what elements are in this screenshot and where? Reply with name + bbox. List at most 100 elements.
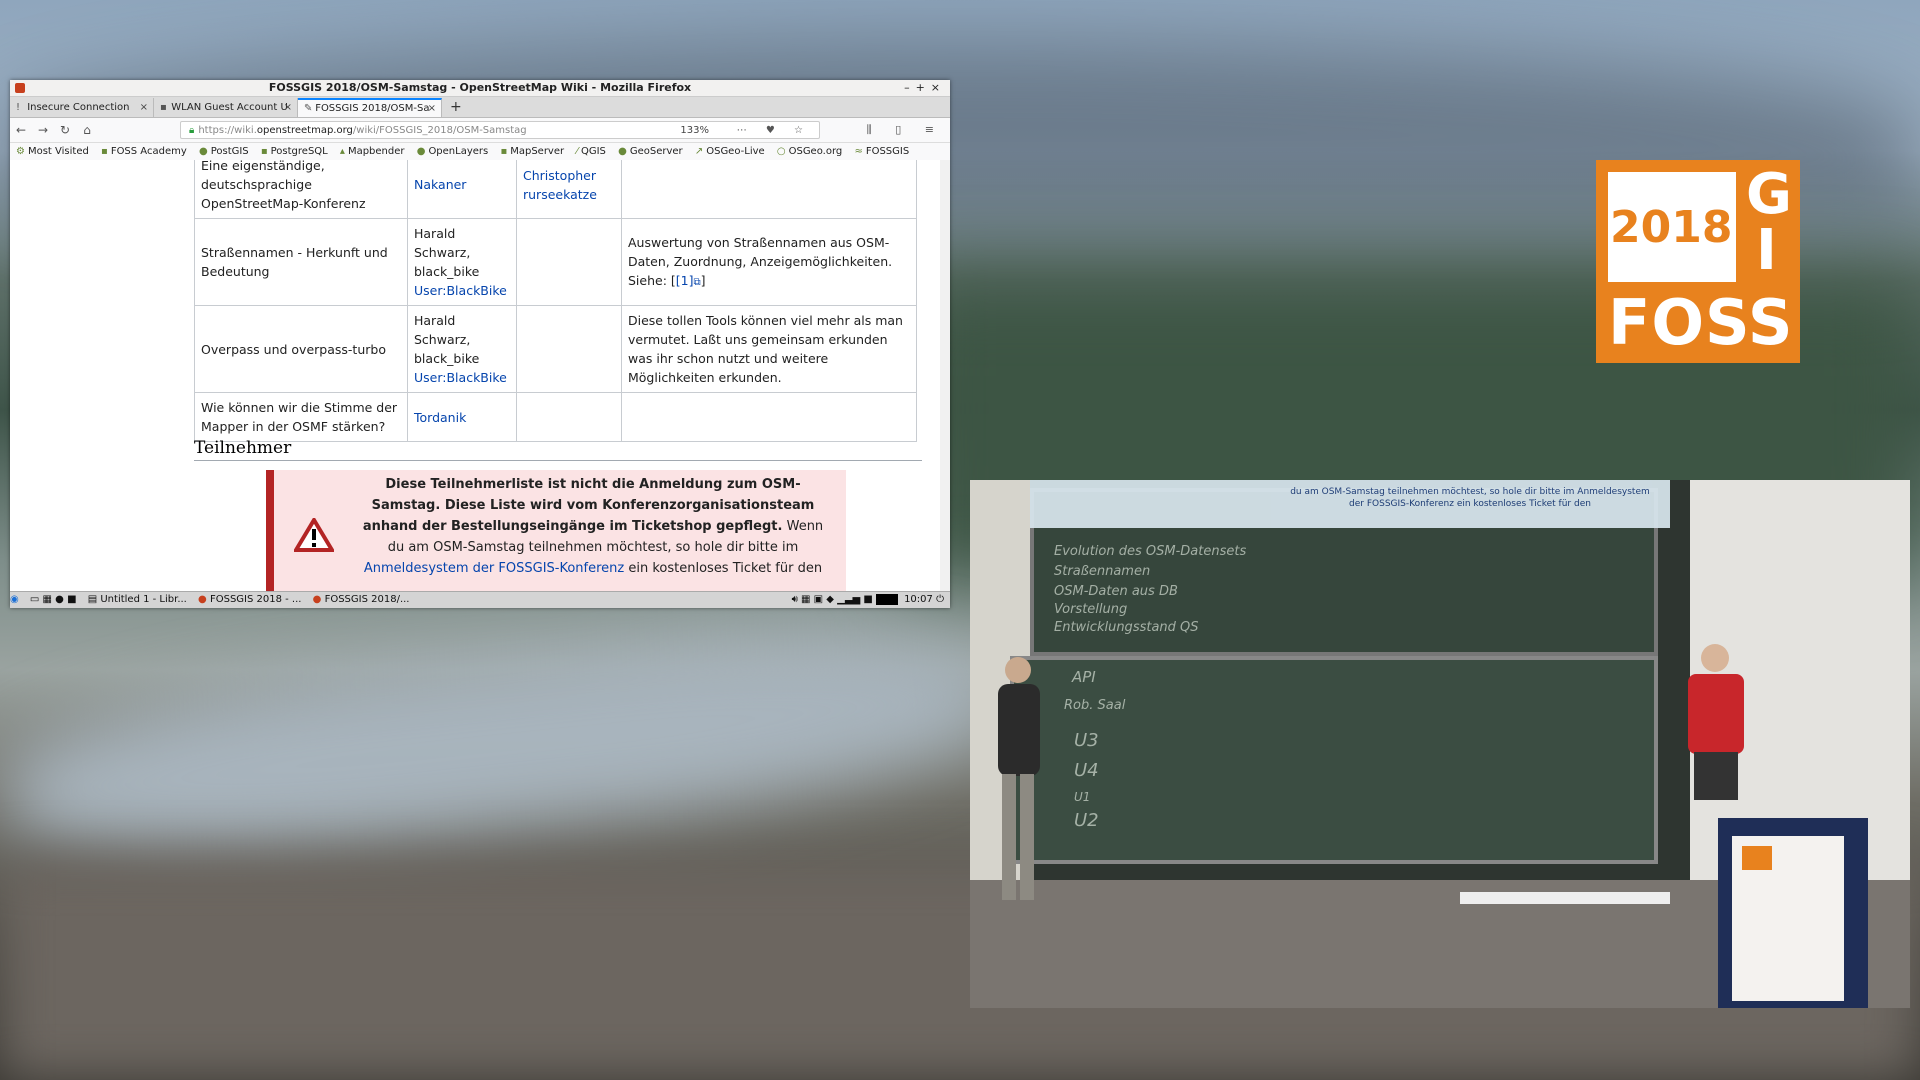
osm-wiki-icon: ✎ xyxy=(304,103,313,114)
speaker-cell: Nakaner xyxy=(407,160,517,219)
tray-icons[interactable]: 🔊︎ ▦ ▣ ◆ ▁▃▅ ■ xyxy=(792,594,876,605)
sessions-table: Eine eigenständige, deutschsprachige Ope… xyxy=(194,160,917,442)
bookmark-icon: ○ xyxy=(776,146,786,157)
bookmark-openlayers[interactable]: ● OpenLayers xyxy=(417,146,489,157)
taskbar-item-fossgis-1[interactable]: ● FOSSGIS 2018 - ... xyxy=(198,592,301,608)
navigation-bar: ← → ↻ ⌂ 🔒︎ https://wiki.openstreetmap.org… xyxy=(10,118,950,143)
user-link[interactable]: Nakaner xyxy=(414,177,466,192)
taskbar-item-fossgis-2[interactable]: ● FOSSGIS 2018/... xyxy=(313,592,410,608)
bookmark-osgeo-org[interactable]: ○ OSGeo.org xyxy=(777,146,842,157)
background-river xyxy=(0,608,1007,882)
page-icon: ▪ xyxy=(160,102,167,113)
home-icon[interactable]: ⌂ xyxy=(76,123,98,137)
power-icon[interactable]: ⏻ xyxy=(936,594,944,605)
lectern xyxy=(1718,818,1868,1008)
bookmark-postgresql[interactable]: ▪ PostgreSQL xyxy=(261,146,328,157)
video-feed: Evolution des OSM-Datensets Straßennamen… xyxy=(970,480,1910,1008)
url-host: openstreetmap.org xyxy=(256,125,353,136)
bookmark-icon: ▴ xyxy=(339,146,345,157)
user-link[interactable]: Tordanik xyxy=(414,410,466,425)
topic-cell: Overpass und overpass-turbo xyxy=(194,305,408,393)
chalk-line: U4 xyxy=(1074,760,1099,781)
bookmark-qgis[interactable]: ⁄ QGIS xyxy=(576,146,606,157)
gear-icon: ⚙ xyxy=(16,146,25,157)
reload-icon[interactable]: ↻ xyxy=(54,123,76,137)
description-cell: Diese tollen Tools können viel mehr als … xyxy=(621,305,917,393)
contact-cell xyxy=(516,392,622,442)
bookmark-icon: ⁄ xyxy=(576,146,578,157)
bookmark-foss-academy[interactable]: ▪ FOSS Academy xyxy=(101,146,187,157)
lectern-poster xyxy=(1732,836,1844,1001)
table-row: Wie können wir die Stimme der Mapper in … xyxy=(194,392,917,442)
user-link[interactable]: User:BlackBike xyxy=(414,370,507,385)
system-tray: 🔊︎ ▦ ▣ ◆ ▁▃▅ ■ 10:07 ⏻ xyxy=(792,592,944,608)
speaker-cell: Tordanik xyxy=(407,392,517,442)
speaker-cell: Harald Schwarz, black_bike User:BlackBike xyxy=(407,305,517,393)
tab-wlan-guest[interactable]: ▪ WLAN Guest Account U × xyxy=(154,98,298,117)
contact-cell: Christopher rurseekatze xyxy=(516,160,622,219)
back-icon[interactable]: ← xyxy=(10,123,32,137)
table-row: Overpass und overpass-turbo Harald Schwa… xyxy=(194,305,917,393)
bookmark-geoserver[interactable]: ● GeoServer xyxy=(618,146,683,157)
zoom-level[interactable]: 133% xyxy=(680,122,709,140)
description-cell xyxy=(621,160,917,219)
taskbar: ◉ ▭ ▦ ● ■ ▤ Untitled 1 - Libr... ● FOSSG… xyxy=(10,591,950,608)
chalkboard-lower: API Rob. Saal U3 U4 U1 U2 xyxy=(1010,656,1658,864)
notice-tail: ein kostenloses Ticket für den xyxy=(624,561,823,576)
user-link[interactable]: User:BlackBike xyxy=(414,283,507,298)
bookmark-icon: ↗ xyxy=(694,146,704,157)
notice-bold-text: Diese Teilnehmerliste ist nicht die Anme… xyxy=(362,477,815,534)
bookmark-most-visited[interactable]: ⚙ Most Visited xyxy=(16,146,89,157)
bookmark-icon: ● xyxy=(416,146,426,157)
window-controls[interactable]: –+× xyxy=(904,80,946,96)
close-tab-icon[interactable]: × xyxy=(140,98,148,117)
firefox-window: FOSSGIS 2018/OSM-Samstag - OpenStreetMap… xyxy=(10,80,950,608)
tab-insecure-connection[interactable]: ! Insecure Connection × xyxy=(10,98,154,117)
table-row: Straßennamen - Herkunft und Bedeutung Ha… xyxy=(194,218,917,306)
warning-triangle-icon xyxy=(294,518,334,552)
bookmark-icon: ● xyxy=(198,146,208,157)
library-sidebar-menu-icons[interactable]: ⫼ ▯ ≡ xyxy=(867,123,944,137)
firefox-icon xyxy=(15,83,25,93)
chalk-line: Evolution des OSM-Datensets xyxy=(1054,544,1247,559)
bookmark-postgis[interactable]: ● PostGIS xyxy=(199,146,249,157)
scrollbar[interactable] xyxy=(940,160,950,592)
close-tab-icon[interactable]: × xyxy=(284,98,292,117)
elephant-icon: ▪ xyxy=(260,146,268,157)
url-prefix: https://wiki. xyxy=(198,125,257,136)
forward-icon[interactable]: → xyxy=(32,123,54,137)
reference-link[interactable]: [1] xyxy=(676,273,694,288)
contact-cell xyxy=(516,218,622,306)
registration-link[interactable]: Anmeldesystem der FOSSGIS-Konferenz xyxy=(364,561,624,576)
bookmark-mapserver[interactable]: ▪ MapServer xyxy=(500,146,564,157)
url-bar[interactable]: 🔒︎ https://wiki.openstreetmap.org/wiki/FO… xyxy=(180,121,820,139)
close-tab-icon[interactable]: × xyxy=(428,100,436,117)
projected-text: du am OSM-Samstag teilnehmen möchtest, s… xyxy=(1290,487,1650,509)
taskbar-item-libreoffice[interactable]: ▤ Untitled 1 - Libr... xyxy=(88,592,187,608)
start-menu-icon[interactable]: ◉ xyxy=(10,592,19,608)
bookmark-mapbender[interactable]: ▴ Mapbender xyxy=(340,146,405,157)
chalk-line: Rob. Saal xyxy=(1064,698,1126,713)
user-link[interactable]: Christopher rurseekatze xyxy=(523,168,597,202)
description-cell: Auswertung von Straßennamen aus OSM-Date… xyxy=(621,218,917,306)
launcher-icons[interactable]: ▭ ▦ ● ■ xyxy=(30,592,77,608)
topic-cell: Straßennamen - Herkunft und Bedeutung xyxy=(194,218,408,306)
speaker-cell: Harald Schwarz, black_bike User:BlackBike xyxy=(407,218,517,306)
bookmark-fossgis[interactable]: ≈ FOSSGIS xyxy=(854,146,909,157)
chalk-line: Straßennamen xyxy=(1054,564,1151,579)
chalk-line: Vorstellung xyxy=(1054,602,1128,617)
description-cell xyxy=(621,392,917,442)
contact-cell xyxy=(516,305,622,393)
bookmark-icon: ● xyxy=(618,146,627,157)
page-actions-icon[interactable]: ⋯ ♥ ☆ xyxy=(737,122,811,140)
logo-letter-i: I xyxy=(1756,218,1777,283)
bookmark-icon: ≈ xyxy=(854,146,863,157)
new-tab-button[interactable]: + xyxy=(442,98,470,117)
bookmark-icon: ▪ xyxy=(500,146,508,157)
tab-bar: ! Insecure Connection × ▪ WLAN Guest Acco… xyxy=(10,97,950,118)
tab-fossgis-wiki[interactable]: ✎ FOSSGIS 2018/OSM-Sa × xyxy=(298,98,442,117)
lock-icon: 🔒︎ xyxy=(189,125,195,136)
table-row: Eine eigenständige, deutschsprachige Ope… xyxy=(194,160,917,219)
bookmark-osgeo-live[interactable]: ↗ OSGeo-Live xyxy=(695,146,765,157)
url-path: /wiki/FOSSGIS_2018/OSM-Samstag xyxy=(352,125,527,136)
